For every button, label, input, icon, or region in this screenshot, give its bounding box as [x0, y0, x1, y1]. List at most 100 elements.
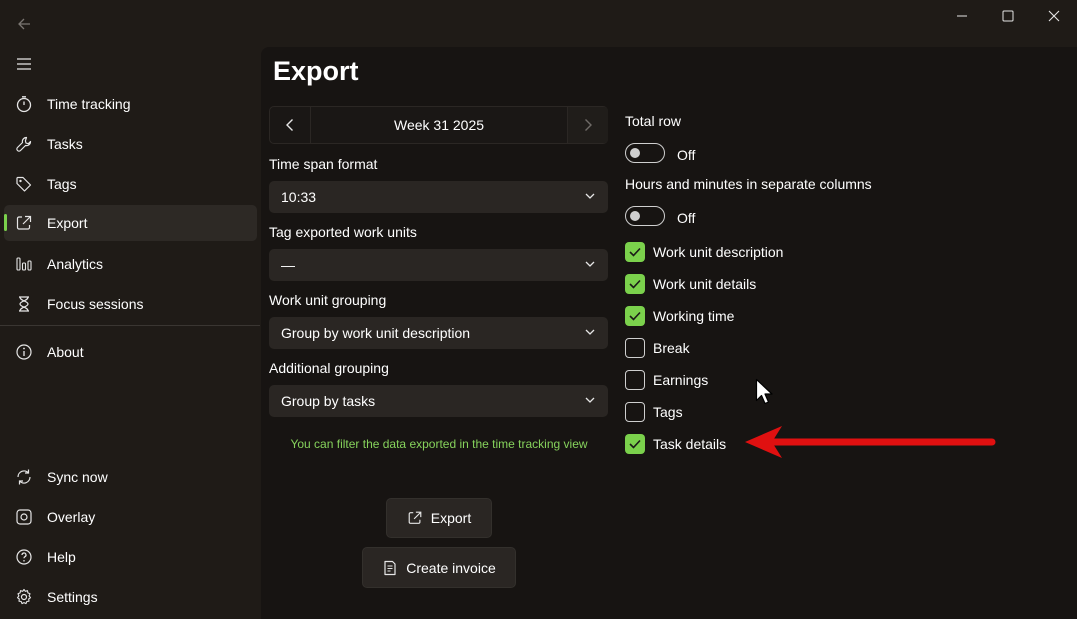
minimize-button[interactable] — [939, 0, 985, 32]
create-invoice-label: Create invoice — [406, 559, 496, 576]
maximize-button[interactable] — [985, 0, 1031, 32]
sidebar-item-tasks[interactable]: Tasks — [4, 126, 257, 162]
sync-icon — [14, 467, 34, 487]
checkbox-label: Break — [653, 340, 690, 356]
checkmark-icon — [629, 439, 641, 449]
checkmark-icon — [629, 247, 641, 257]
sidebar-item-time-tracking[interactable]: Time tracking — [4, 86, 257, 122]
chevron-left-icon — [286, 119, 293, 131]
close-button[interactable] — [1031, 0, 1077, 32]
info-icon — [14, 342, 34, 362]
minimize-icon — [957, 15, 967, 17]
checkbox-label: Task details — [653, 436, 727, 452]
sidebar-item-label: Time tracking — [47, 96, 131, 112]
page-title: Export — [273, 56, 359, 86]
tag-exported-value: — — [281, 257, 295, 273]
stopwatch-icon — [14, 94, 34, 114]
export-button[interactable]: Export — [386, 498, 492, 538]
separate-columns-state: Off — [677, 210, 696, 226]
arrow-left-icon — [18, 18, 30, 30]
checkbox-work-unit-details[interactable] — [625, 274, 645, 294]
time-span-format-select[interactable]: 10:33 — [269, 181, 608, 213]
checkbox-work-unit-description[interactable] — [625, 242, 645, 262]
sidebar-item-label: Focus sessions — [47, 296, 144, 312]
additional-grouping-select[interactable]: Group by tasks — [269, 385, 608, 417]
chevron-right-icon — [585, 119, 592, 131]
sidebar-item-label: Sync now — [47, 469, 108, 485]
filter-hint: You can filter the data exported in the … — [290, 437, 588, 451]
total-row-toggle[interactable] — [625, 143, 665, 163]
sidebar-item-label: Help — [47, 549, 76, 565]
help-icon — [14, 547, 34, 567]
checkbox-label: Work unit description — [653, 244, 784, 260]
chevron-down-icon — [585, 261, 595, 267]
sidebar-item-help[interactable]: Help — [4, 539, 257, 575]
sidebar-item-analytics[interactable]: Analytics — [4, 246, 257, 282]
week-label: Week 31 2025 — [393, 117, 485, 133]
toggle-knob — [630, 148, 640, 158]
sidebar-item-label: Tags — [47, 176, 77, 192]
sidebar-item-label: Export — [47, 215, 88, 231]
checkbox-earnings[interactable] — [625, 370, 645, 390]
checkmark-icon — [629, 279, 641, 289]
time-span-format-label: Time span format — [269, 156, 378, 172]
menu-toggle-button[interactable] — [10, 50, 38, 78]
chevron-down-icon — [585, 397, 595, 403]
hourglass-icon — [14, 294, 34, 314]
tag-icon — [14, 174, 34, 194]
additional-grouping-value: Group by tasks — [281, 393, 376, 409]
chevron-down-icon — [585, 193, 595, 199]
export-button-label: Export — [430, 510, 472, 526]
gear-icon — [14, 587, 34, 607]
work-unit-grouping-select[interactable]: Group by work unit description — [269, 317, 608, 349]
checkbox-label: Tags — [653, 404, 683, 420]
checkbox-working-time[interactable] — [625, 306, 645, 326]
checkbox-task-details[interactable] — [625, 434, 645, 454]
checkbox-tags[interactable] — [625, 402, 645, 422]
maximize-icon — [1002, 10, 1014, 22]
checkbox-break[interactable] — [625, 338, 645, 358]
total-row-label: Total row — [625, 113, 682, 129]
sidebar-item-sync-now[interactable]: Sync now — [4, 459, 257, 495]
sidebar-item-overlay[interactable]: Overlay — [4, 499, 257, 535]
sidebar-item-label: Settings — [47, 589, 98, 605]
total-row-state: Off — [677, 147, 696, 163]
toggle-knob — [630, 211, 640, 221]
sidebar-divider — [0, 325, 260, 326]
next-week-button[interactable] — [567, 107, 608, 143]
checkmark-icon — [629, 311, 641, 321]
wrench-icon — [14, 134, 34, 154]
time-span-format-value: 10:33 — [281, 189, 317, 205]
tag-exported-label: Tag exported work units — [269, 224, 417, 240]
additional-grouping-label: Additional grouping — [269, 360, 389, 376]
mouse-cursor-icon — [755, 378, 773, 405]
sidebar-item-label: About — [47, 344, 84, 360]
checkbox-label: Working time — [653, 308, 735, 324]
sidebar-item-label: Analytics — [47, 256, 104, 272]
work-unit-grouping-value: Group by work unit description — [281, 325, 471, 341]
sidebar-item-tags[interactable]: Tags — [4, 166, 257, 202]
checkbox-label: Earnings — [653, 372, 709, 388]
sidebar-item-label: Overlay — [47, 509, 96, 525]
sidebar-item-export[interactable]: Export — [4, 205, 257, 241]
back-button[interactable] — [10, 10, 38, 38]
share-icon — [14, 213, 34, 233]
tag-exported-select[interactable]: — — [269, 249, 608, 281]
previous-week-button[interactable] — [270, 107, 311, 143]
checkbox-label: Work unit details — [653, 276, 757, 292]
sidebar-item-settings[interactable]: Settings — [4, 579, 257, 615]
close-icon — [1048, 10, 1060, 22]
overlay-icon — [14, 507, 34, 527]
hamburger-icon — [17, 58, 31, 70]
invoice-icon — [384, 560, 396, 575]
annotation-arrow — [745, 426, 996, 458]
chevron-down-icon — [585, 329, 595, 335]
work-unit-grouping-label: Work unit grouping — [269, 292, 387, 308]
sidebar-item-about[interactable]: About — [4, 334, 257, 370]
create-invoice-button[interactable]: Create invoice — [362, 547, 516, 588]
sidebar-item-label: Tasks — [47, 136, 83, 152]
sidebar-item-focus-sessions[interactable]: Focus sessions — [4, 286, 257, 322]
share-icon — [408, 511, 422, 524]
separate-columns-toggle[interactable] — [625, 206, 665, 226]
selection-indicator — [4, 214, 7, 231]
